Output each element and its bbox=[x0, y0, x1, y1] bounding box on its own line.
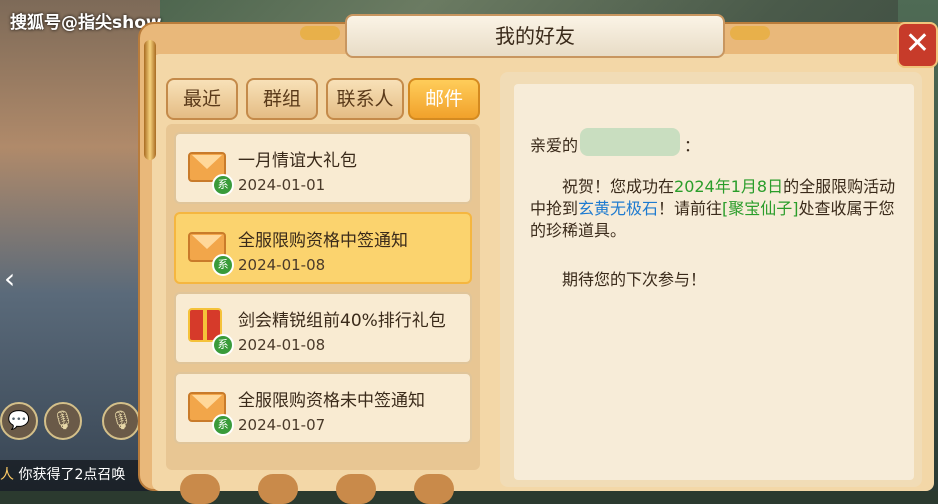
mail-item[interactable]: 系 一月情谊大礼包 2024-01-01 bbox=[174, 132, 472, 204]
watermark: 搜狐号@指尖show bbox=[10, 13, 162, 33]
tab-mail[interactable]: 邮件 bbox=[408, 78, 480, 120]
chevron-left-icon[interactable]: ‹ bbox=[4, 262, 15, 295]
mail-greeting: 亲爱的 bbox=[530, 136, 579, 155]
mail-item[interactable]: 系 剑会精锐组前40%排行礼包 2024-01-08 bbox=[174, 292, 472, 364]
mail-title: 一月情谊大礼包 bbox=[238, 151, 357, 171]
highlight-date: 2024年1月8日 bbox=[674, 177, 784, 196]
mail-title: 剑会精锐组前40%排行礼包 bbox=[238, 311, 446, 331]
mail-date: 2024-01-08 bbox=[238, 256, 326, 274]
toolbar-icon[interactable] bbox=[258, 474, 298, 504]
system-badge: 系 bbox=[212, 334, 234, 356]
mail-body-text: ！请前往 bbox=[658, 199, 723, 218]
chat-icon[interactable]: 💬 bbox=[0, 402, 38, 440]
mail-date: 2024-01-08 bbox=[238, 336, 326, 354]
greeting-colon: ： bbox=[684, 136, 701, 155]
tab-contacts[interactable]: 联系人 bbox=[326, 78, 404, 120]
mail-item-selected[interactable]: 系 全服限购资格中签通知 2024-01-08 bbox=[174, 212, 472, 284]
system-badge: 系 bbox=[212, 174, 234, 196]
mail-body: 祝贺！您成功在2024年1月8日的全服限购活动中抢到玄黄无极石！请前往[聚宝仙子… bbox=[530, 176, 902, 242]
item-link[interactable]: 玄黄无极石 bbox=[578, 199, 658, 218]
window-title: 我的好友 bbox=[345, 14, 725, 58]
system-badge: 系 bbox=[212, 414, 234, 436]
mail-body-text: 祝贺！您成功在 bbox=[562, 177, 675, 196]
microphone-icon[interactable]: 🎙 bbox=[102, 402, 140, 440]
close-icon: ✕ bbox=[904, 26, 931, 61]
microphone-icon[interactable]: 🎙 bbox=[44, 402, 82, 440]
toolbar-icon[interactable] bbox=[414, 474, 454, 504]
tab-recent[interactable]: 最近 bbox=[166, 78, 238, 120]
mail-date: 2024-01-01 bbox=[238, 176, 326, 194]
decorative-rod bbox=[144, 40, 156, 160]
npc-link[interactable]: [聚宝仙子] bbox=[722, 199, 799, 218]
redacted-username bbox=[580, 128, 680, 156]
mail-closing: 期待您的下次参与！ bbox=[562, 270, 707, 289]
mail-title: 全服限购资格中签通知 bbox=[238, 231, 408, 251]
close-button[interactable]: ✕ bbox=[897, 22, 938, 68]
chat-message: 你获得了2点召唤 bbox=[18, 467, 126, 483]
chat-channel: 人 bbox=[0, 467, 14, 483]
tab-groups[interactable]: 群组 bbox=[246, 78, 318, 120]
title-ornament-right bbox=[730, 26, 770, 40]
chat-bar[interactable]: 人 你获得了2点召唤 bbox=[0, 460, 152, 491]
mail-title: 全服限购资格未中签通知 bbox=[238, 391, 425, 411]
toolbar-icon[interactable] bbox=[336, 474, 376, 504]
toolbar-icon[interactable] bbox=[180, 474, 220, 504]
system-badge: 系 bbox=[212, 254, 234, 276]
mail-date: 2024-01-07 bbox=[238, 416, 326, 434]
mail-item[interactable]: 系 全服限购资格未中签通知 2024-01-07 bbox=[174, 372, 472, 444]
title-ornament-left bbox=[300, 26, 340, 40]
